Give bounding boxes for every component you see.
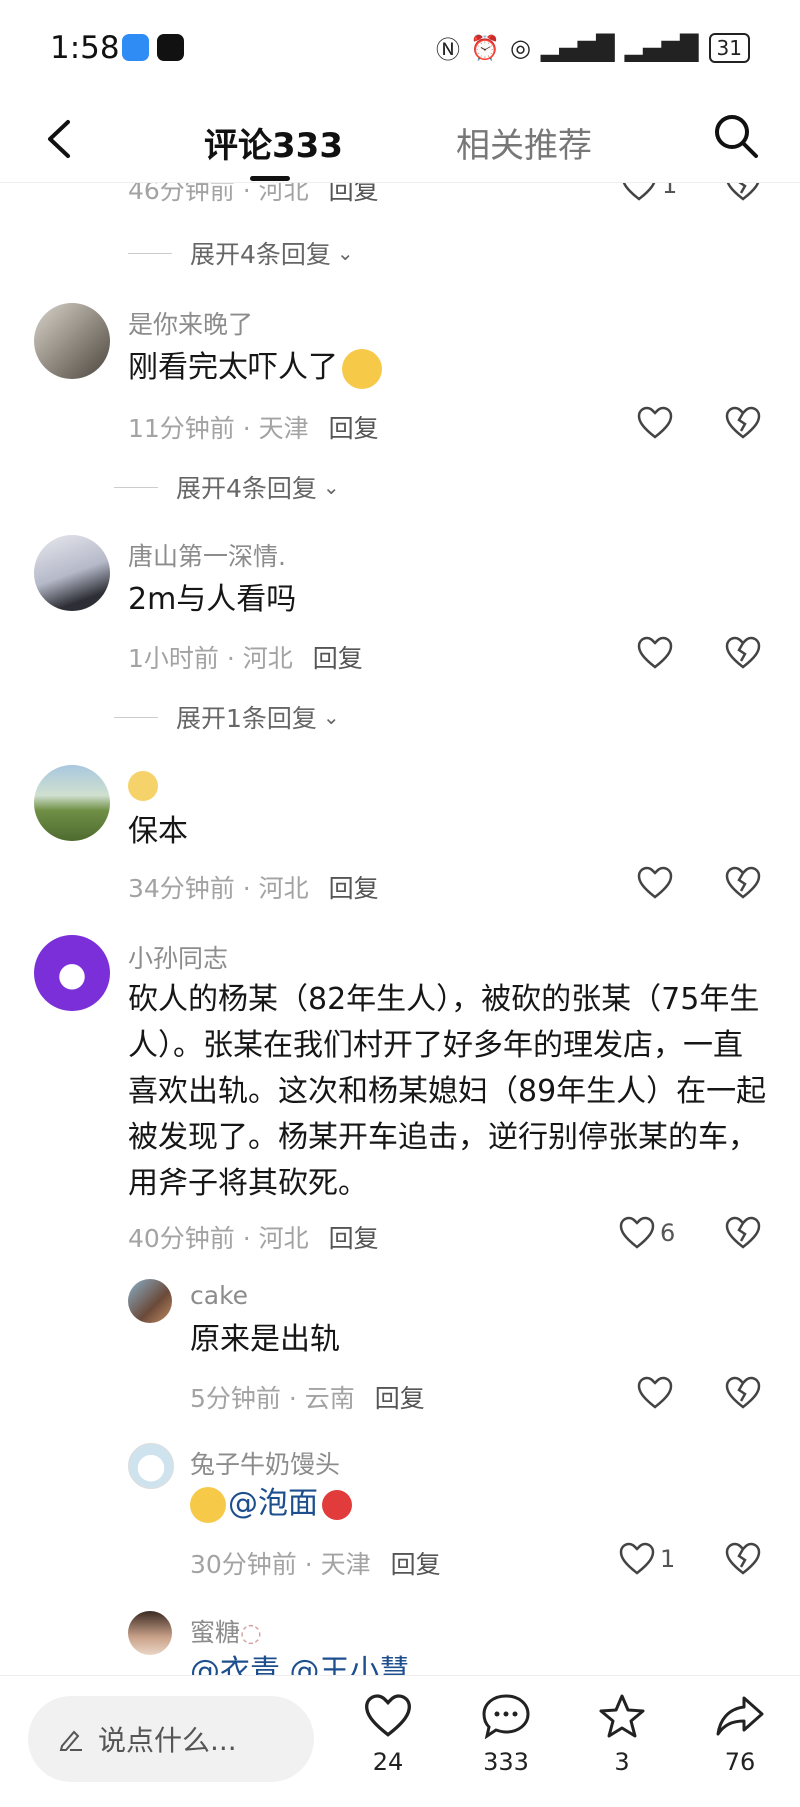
- dislike-icon[interactable]: [724, 1215, 762, 1251]
- share-count: 76: [724, 1748, 756, 1776]
- comment-text: 2m与人看吗: [128, 582, 297, 617]
- avatar[interactable]: [34, 303, 110, 379]
- signal-2-icon: ▂▄▆█: [624, 33, 699, 62]
- comment-input[interactable]: 说点什么...: [28, 1696, 314, 1782]
- comment-meta: 11分钟前 · 天津 回复: [128, 414, 379, 443]
- reply-button[interactable]: 回复: [329, 414, 379, 443]
- search-icon[interactable]: [710, 110, 762, 162]
- comment-username[interactable]: 是你来晚了: [128, 305, 253, 341]
- dislike-icon[interactable]: [724, 183, 762, 203]
- reply-username[interactable]: 蜜糖◌: [190, 1613, 262, 1649]
- avatar[interactable]: [128, 1611, 172, 1655]
- comment-button[interactable]: 333: [466, 1692, 546, 1776]
- comment-meta: 46分钟前 · 河北 回复: [128, 183, 379, 207]
- avatar[interactable]: [128, 1279, 172, 1323]
- tiktok-app-icon: [157, 34, 184, 61]
- avatar[interactable]: [34, 765, 110, 841]
- reply-text: @泡面: [190, 1481, 352, 1527]
- back-arrow-icon[interactable]: [38, 114, 82, 164]
- reply-button[interactable]: 回复: [329, 1224, 379, 1253]
- emoji-icon: [342, 348, 382, 389]
- bottom-action-bar: 说点什么... 24 333 3 76: [0, 1675, 800, 1807]
- apple-emoji-icon: [322, 1489, 352, 1520]
- heart-icon[interactable]: [618, 1541, 656, 1577]
- heart-icon[interactable]: [636, 635, 674, 671]
- tab-comments[interactable]: 评论333: [204, 118, 343, 167]
- comment-text: 保本: [128, 814, 188, 849]
- expand-replies-button[interactable]: 展开1条回复 ⌄: [114, 699, 340, 735]
- comments-header: 评论333 相关推荐: [0, 96, 800, 183]
- favorite-button[interactable]: 3: [582, 1692, 662, 1776]
- reply-button[interactable]: 回复: [391, 1550, 441, 1579]
- heart-icon[interactable]: [636, 865, 674, 901]
- status-time: 1:58: [50, 30, 120, 66]
- expand-replies-button[interactable]: 展开4条回复 ⌄: [114, 469, 340, 505]
- reply-button[interactable]: 回复: [329, 183, 379, 205]
- comment-username[interactable]: 小孙同志: [128, 939, 228, 975]
- signal-icon: ▂▄▆█: [540, 33, 615, 62]
- reply-meta: 5分钟前 · 云南 回复: [190, 1384, 425, 1413]
- tab-related[interactable]: 相关推荐: [456, 118, 592, 167]
- pencil-icon: [59, 1730, 82, 1751]
- lollipop-icon: ◌: [240, 1618, 262, 1647]
- reply-button[interactable]: 回复: [313, 644, 363, 673]
- emoji-username-icon[interactable]: [128, 771, 158, 801]
- dislike-icon[interactable]: [724, 865, 762, 901]
- battery-icon: 31: [708, 32, 750, 63]
- heart-icon[interactable]: [636, 1375, 674, 1411]
- like-count: 24: [372, 1748, 404, 1776]
- heart-icon: [364, 1694, 412, 1737]
- mention-link[interactable]: @衣青 @王小慧: [190, 1649, 410, 1675]
- status-bar: 1:58 Ⓝ ⏰ ◎ ▂▄▆█ ▂▄▆█ 31: [0, 0, 800, 96]
- mention-link[interactable]: @泡面: [228, 1486, 318, 1521]
- comment-meta: 34分钟前 · 河北 回复: [128, 874, 379, 903]
- dislike-icon[interactable]: [724, 405, 762, 441]
- avatar[interactable]: [128, 1443, 174, 1489]
- avatar[interactable]: [34, 935, 110, 1011]
- like-count: 6: [660, 1219, 676, 1247]
- reply-username[interactable]: cake: [190, 1281, 248, 1310]
- comment-list[interactable]: 46分钟前 · 河北 回复 1 展开4条回复 ⌄ 是你来晚了 刚看完太吓人了 11分…: [0, 183, 800, 1675]
- comment-count: 333: [483, 1748, 529, 1776]
- reply-meta: 30分钟前 · 天津 回复: [190, 1550, 441, 1579]
- comment-bubble-icon: [482, 1694, 530, 1740]
- tab-active-indicator: [250, 176, 290, 181]
- expand-replies-button[interactable]: 展开4条回复 ⌄: [128, 235, 354, 271]
- favorite-count: 3: [614, 1748, 630, 1776]
- reply-text: 原来是出轨: [190, 1322, 340, 1357]
- nfc-icon: Ⓝ: [436, 36, 461, 64]
- status-right: Ⓝ ⏰ ◎ ▂▄▆█ ▂▄▆█ 31: [436, 30, 750, 65]
- dislike-icon[interactable]: [724, 1375, 762, 1411]
- share-arrow-icon: [716, 1696, 764, 1736]
- notification-icons: [122, 34, 184, 61]
- hotspot-icon: ◎: [509, 33, 531, 62]
- reply-button[interactable]: 回复: [329, 874, 379, 903]
- star-icon: [599, 1694, 645, 1738]
- like-count: 1: [662, 183, 678, 199]
- avatar[interactable]: [34, 535, 110, 611]
- heart-icon[interactable]: [636, 405, 674, 441]
- emoji-icon: [190, 1486, 226, 1523]
- comment-input-placeholder: 说点什么...: [98, 1724, 237, 1757]
- reply-button[interactable]: 回复: [375, 1384, 425, 1413]
- chat-app-icon: [122, 34, 149, 61]
- like-button[interactable]: 24: [348, 1692, 428, 1776]
- share-button[interactable]: 76: [700, 1692, 780, 1776]
- like-count: 1: [660, 1545, 676, 1573]
- alarm-icon: ⏰: [470, 33, 500, 62]
- heart-icon[interactable]: [618, 1215, 656, 1251]
- comment-text: 刚看完太吓人了: [128, 345, 382, 391]
- comment-meta: 40分钟前 · 河北 回复: [128, 1224, 379, 1253]
- comment-meta: 1小时前 · 河北 回复: [128, 644, 363, 673]
- dislike-icon[interactable]: [724, 1541, 762, 1577]
- dislike-icon[interactable]: [724, 635, 762, 671]
- reply-username[interactable]: 兔子牛奶馒头: [190, 1445, 340, 1481]
- heart-icon[interactable]: [620, 183, 658, 203]
- comment-text: 砍人的杨某（82年生人），被砍的张某（75年生人）。张某在我们村开了好多年的理发…: [128, 982, 767, 1201]
- comment-username[interactable]: 唐山第一深情.: [128, 537, 286, 573]
